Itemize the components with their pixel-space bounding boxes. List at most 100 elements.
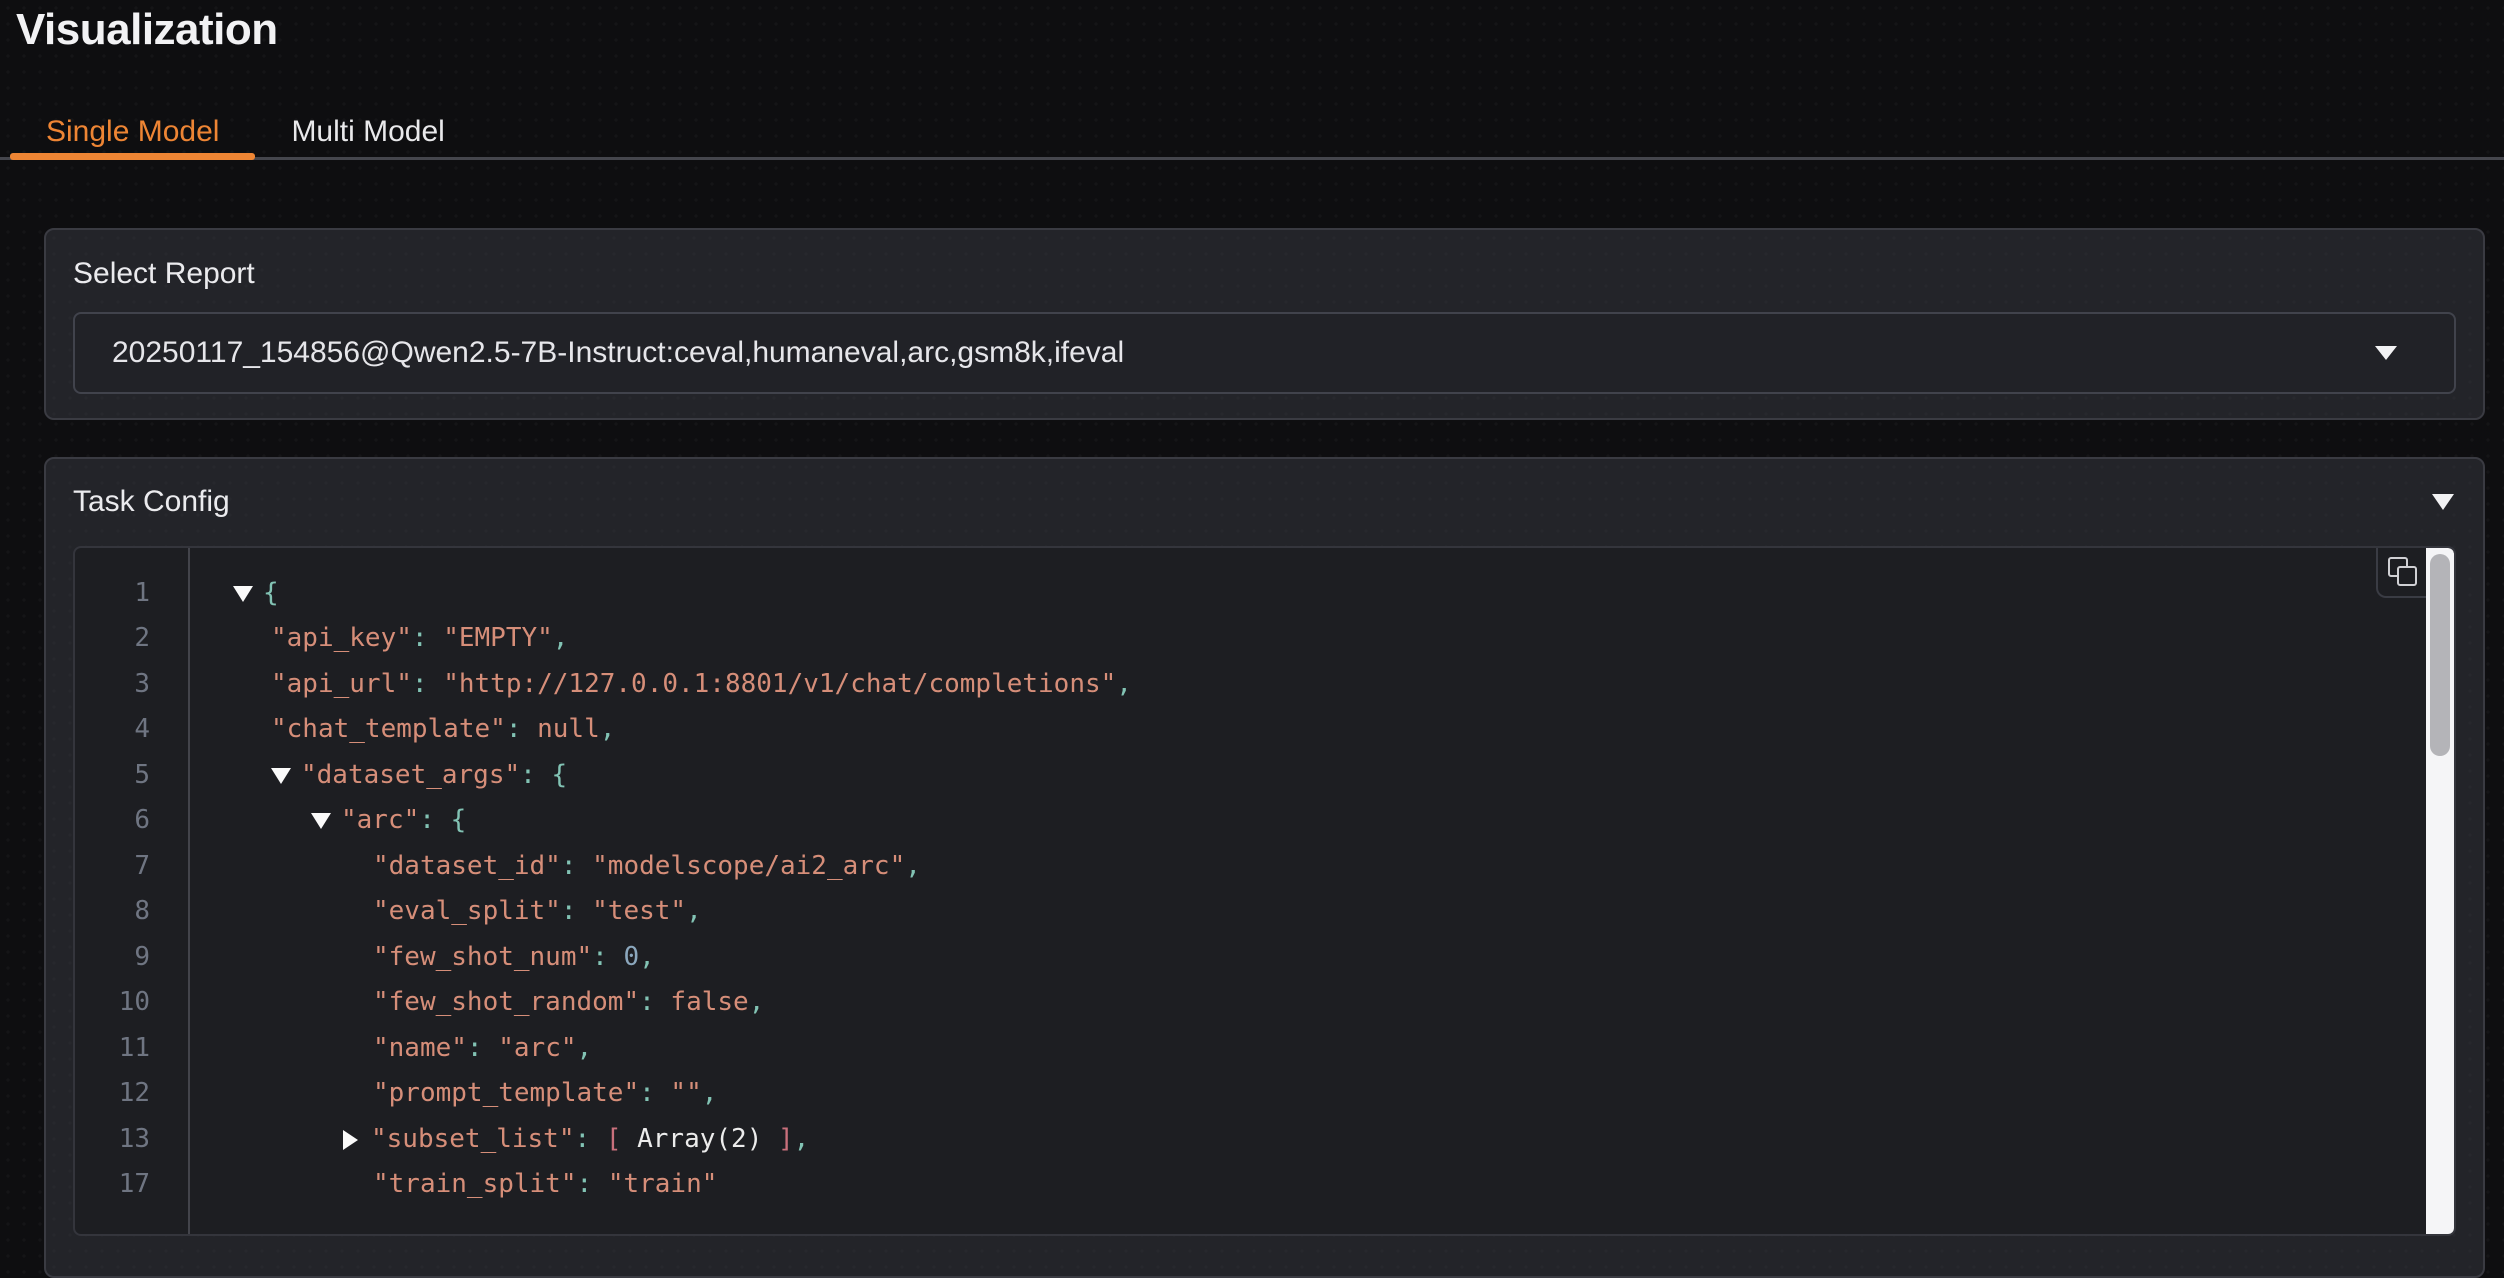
code-token: : bbox=[412, 616, 443, 662]
line-number: 8 bbox=[75, 889, 188, 935]
code-token: , bbox=[553, 616, 569, 662]
code-token: , bbox=[794, 1117, 810, 1163]
code-row: 6 "arc": { bbox=[75, 798, 2454, 844]
code-row: 7"dataset_id": "modelscope/ai2_arc", bbox=[75, 844, 2454, 890]
code-row: 11"name": "arc", bbox=[75, 1026, 2454, 1072]
code-token: : { bbox=[520, 753, 567, 799]
code-row: 12"prompt_template": "", bbox=[75, 1071, 2454, 1117]
collapse-toggle-icon[interactable] bbox=[233, 586, 253, 602]
code-token: , bbox=[577, 1026, 593, 1072]
code-lines: 1{2"api_key": "EMPTY",3"api_url": "http:… bbox=[75, 548, 2454, 1208]
code-row: 3"api_url": "http://127.0.0.1:8801/v1/ch… bbox=[75, 662, 2454, 708]
code-token: , bbox=[686, 889, 702, 935]
code-token: , bbox=[905, 844, 921, 890]
line-content: "eval_split": "test", bbox=[188, 889, 702, 935]
collapse-caret-icon[interactable] bbox=[2432, 494, 2454, 510]
code-token: : bbox=[592, 935, 623, 981]
task-config-code-block: 1{2"api_key": "EMPTY",3"api_url": "http:… bbox=[73, 546, 2456, 1236]
code-row: 4"chat_template": null, bbox=[75, 707, 2454, 753]
collapse-toggle-icon[interactable] bbox=[311, 813, 331, 829]
line-content: "name": "arc", bbox=[188, 1026, 592, 1072]
tab-single-model[interactable]: Single Model bbox=[10, 107, 255, 157]
line-number: 3 bbox=[75, 662, 188, 708]
code-token: null bbox=[537, 707, 600, 753]
code-token: Array(2) bbox=[637, 1117, 762, 1163]
tabbar: Single Model Multi Model bbox=[0, 107, 2504, 160]
code-token: "dataset_args" bbox=[301, 753, 520, 799]
line-content: "train_split": "train" bbox=[188, 1162, 717, 1208]
code-row: 9"few_shot_num": 0, bbox=[75, 935, 2454, 981]
line-number: 9 bbox=[75, 935, 188, 981]
code-row: 10"few_shot_random": false, bbox=[75, 980, 2454, 1026]
code-token: "dataset_id" bbox=[373, 844, 561, 890]
line-number: 4 bbox=[75, 707, 188, 753]
line-content: "few_shot_num": 0, bbox=[188, 935, 655, 981]
line-number: 17 bbox=[75, 1162, 188, 1208]
code-token: , bbox=[639, 935, 655, 981]
code-token: : bbox=[577, 1162, 608, 1208]
code-token: "name" bbox=[373, 1026, 467, 1072]
task-config-accordion-header[interactable]: Task Config bbox=[73, 483, 2456, 521]
code-token: "arc" bbox=[341, 798, 419, 844]
code-token: "http://127.0.0.1:8801/v1/chat/completio… bbox=[443, 662, 1116, 708]
copy-button[interactable] bbox=[2376, 548, 2426, 598]
page-title: Visualization bbox=[16, 4, 2504, 57]
report-dropdown[interactable]: 20250117_154856@Qwen2.5-7B-Instruct:ceva… bbox=[73, 312, 2456, 394]
code-token: : bbox=[506, 707, 537, 753]
code-token: : { bbox=[419, 798, 466, 844]
code-token: "" bbox=[670, 1071, 701, 1117]
code-token: : bbox=[639, 1071, 670, 1117]
line-number: 1 bbox=[75, 571, 188, 617]
code-token: : bbox=[575, 1117, 606, 1163]
select-report-panel: Select Report 20250117_154856@Qwen2.5-7B… bbox=[44, 228, 2485, 420]
line-number: 10 bbox=[75, 980, 188, 1026]
line-content: "api_key": "EMPTY", bbox=[188, 616, 568, 662]
code-token: "train" bbox=[608, 1162, 718, 1208]
code-row: 8"eval_split": "test", bbox=[75, 889, 2454, 935]
code-token: "subset_list" bbox=[371, 1117, 575, 1163]
code-token: "api_url" bbox=[271, 662, 412, 708]
code-token: "api_key" bbox=[271, 616, 412, 662]
expand-toggle-icon[interactable] bbox=[343, 1130, 358, 1150]
line-number: 6 bbox=[75, 798, 188, 844]
code-row: 2"api_key": "EMPTY", bbox=[75, 616, 2454, 662]
line-number: 13 bbox=[75, 1117, 188, 1163]
code-token: "few_shot_num" bbox=[373, 935, 592, 981]
line-number: 5 bbox=[75, 753, 188, 799]
gutter-separator bbox=[188, 548, 190, 1234]
tab-multi-model[interactable]: Multi Model bbox=[255, 107, 480, 157]
caret-down-icon[interactable] bbox=[2375, 346, 2397, 360]
code-row: 1{ bbox=[75, 571, 2454, 617]
task-config-panel: Task Config 1{2"api_key": "EMPTY",3"api_… bbox=[44, 457, 2485, 1278]
code-token: 0 bbox=[623, 935, 639, 981]
line-number: 7 bbox=[75, 844, 188, 890]
code-token: , bbox=[749, 980, 765, 1026]
line-content: "subset_list": [ Array(2) ], bbox=[188, 1117, 809, 1163]
code-token: "test" bbox=[592, 889, 686, 935]
code-token: "prompt_template" bbox=[373, 1071, 639, 1117]
copy-icon bbox=[2388, 557, 2417, 586]
tab-single-model-label: Single Model bbox=[46, 115, 219, 149]
code-row: 13"subset_list": [ Array(2) ], bbox=[75, 1117, 2454, 1163]
task-config-label: Task Config bbox=[73, 484, 230, 520]
code-token: "modelscope/ai2_arc" bbox=[592, 844, 905, 890]
code-row: 5"dataset_args": { bbox=[75, 753, 2454, 799]
code-scrollbar[interactable] bbox=[2426, 548, 2454, 1234]
line-content: "dataset_args": { bbox=[188, 753, 567, 799]
code-token: { bbox=[263, 571, 279, 617]
line-content: { bbox=[188, 571, 279, 617]
code-token: : bbox=[639, 980, 670, 1026]
code-scrollbar-thumb[interactable] bbox=[2430, 554, 2450, 756]
code-token: "arc" bbox=[498, 1026, 576, 1072]
collapse-toggle-icon[interactable] bbox=[271, 768, 291, 784]
line-number: 11 bbox=[75, 1026, 188, 1072]
code-token: : bbox=[412, 662, 443, 708]
code-token: ] bbox=[762, 1117, 793, 1163]
line-content: "api_url": "http://127.0.0.1:8801/v1/cha… bbox=[188, 662, 1132, 708]
code-token: "EMPTY" bbox=[443, 616, 553, 662]
select-report-label: Select Report bbox=[73, 256, 2456, 292]
code-row: 17"train_split": "train" bbox=[75, 1162, 2454, 1208]
code-token: : bbox=[467, 1026, 498, 1072]
line-number: 12 bbox=[75, 1071, 188, 1117]
code-token: "chat_template" bbox=[271, 707, 506, 753]
